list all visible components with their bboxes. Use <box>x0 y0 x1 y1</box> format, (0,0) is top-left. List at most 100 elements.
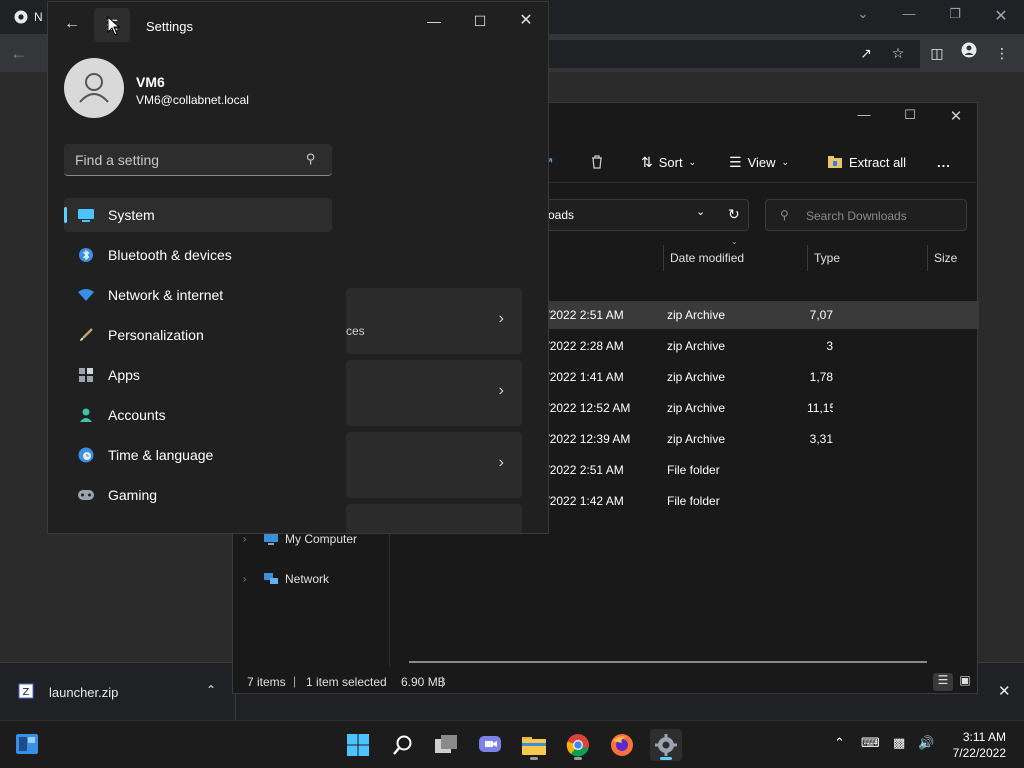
settings-card[interactable]: › <box>346 432 522 498</box>
chrome-tab[interactable]: N <box>14 6 48 28</box>
nav-item-label: Apps <box>108 367 140 383</box>
view-button[interactable]: ☰ View ⌄ <box>729 151 789 173</box>
widgets-button[interactable] <box>14 731 42 759</box>
status-size: 6.90 MB <box>401 675 446 689</box>
bookmark-star-icon[interactable]: ☆ <box>887 42 909 64</box>
download-file-name: launcher.zip <box>49 685 119 700</box>
chrome-taskbar-button[interactable] <box>562 729 594 761</box>
settings-search-input[interactable]: Find a setting ⚲ <box>64 144 332 176</box>
nav-item-personalization[interactable]: Personalization <box>64 318 332 352</box>
download-item[interactable]: Z launcher.zip ⌃ <box>0 663 236 721</box>
column-size[interactable]: Size <box>927 245 979 271</box>
download-shelf-close-button[interactable]: ✕ <box>998 682 1011 700</box>
running-indicator <box>660 757 672 760</box>
settings-taskbar-button[interactable] <box>650 729 682 761</box>
chrome-restore-button[interactable]: ❐ <box>944 6 966 26</box>
side-panel-icon[interactable]: ◫ <box>926 42 948 64</box>
delete-button[interactable] <box>589 151 605 173</box>
chrome-menu-icon[interactable]: ⋮ <box>991 42 1013 64</box>
file-type: zip Archive <box>667 339 726 353</box>
settings-window: ← ☰ Settings — ☐ ✕ VM6 VM6@collabnet.loc… <box>47 1 549 534</box>
chevron-up-icon[interactable]: ⌃ <box>206 683 216 697</box>
taskbar-clock[interactable]: 3:11 AM 7/22/2022 <box>936 729 1006 761</box>
start-button[interactable] <box>342 729 374 761</box>
more-options-button[interactable]: ... <box>937 151 951 173</box>
chrome-minimize-button[interactable]: — <box>898 6 920 26</box>
refresh-icon[interactable]: ↻ <box>728 206 740 223</box>
settings-close-button[interactable]: ✕ <box>506 6 546 36</box>
tiles-view-icon[interactable]: ▣ <box>955 673 975 691</box>
nav-item-accounts[interactable]: Accounts <box>64 398 332 432</box>
extract-all-label: Extract all <box>849 154 907 170</box>
task-view-icon <box>435 735 457 753</box>
file-size: 7,07 <box>809 308 833 322</box>
explorer-close-button[interactable]: ✕ <box>941 107 971 127</box>
task-view-button[interactable] <box>430 729 462 761</box>
network-icon <box>264 573 278 584</box>
search-icon: ⚲ <box>780 208 789 222</box>
explorer-search-box[interactable]: ⚲ Search Downloads <box>765 199 967 231</box>
column-type[interactable]: Type <box>807 245 927 271</box>
user-icon <box>79 73 109 103</box>
wifi-icon <box>78 289 94 301</box>
window-title: Settings <box>146 19 193 34</box>
explorer-maximize-button[interactable]: ☐ <box>895 107 925 127</box>
sort-button[interactable]: ⇅ Sort ⌄ <box>641 151 696 173</box>
search-button[interactable] <box>387 729 419 761</box>
settings-maximize-button[interactable]: ☐ <box>460 6 500 36</box>
horizontal-scrollbar[interactable] <box>409 661 927 663</box>
nav-item-bluetooth-devices[interactable]: Bluetooth & devices <box>64 238 332 272</box>
nav-item-time-language[interactable]: Time & language <box>64 438 332 472</box>
file-explorer-taskbar-button[interactable] <box>518 729 550 761</box>
file-type: zip Archive <box>667 370 726 384</box>
firefox-taskbar-button[interactable] <box>606 729 638 761</box>
folder-icon <box>522 737 546 755</box>
settings-card[interactable]: ces › <box>346 288 522 354</box>
running-indicator <box>574 757 582 760</box>
profile-icon[interactable] <box>958 42 980 64</box>
settings-card[interactable]: › <box>346 360 522 426</box>
column-date-modified[interactable]: Date modified <box>663 245 807 271</box>
nav-item-apps[interactable]: Apps <box>64 358 332 392</box>
chrome-tab-title: N <box>34 10 43 24</box>
chevron-down-icon: ⌄ <box>781 156 790 167</box>
nav-item-network-internet[interactable]: Network & internet <box>64 278 332 312</box>
extract-folder-icon <box>828 156 842 168</box>
chevron-down-icon[interactable]: ⌄ <box>696 205 705 218</box>
avatar[interactable] <box>64 58 124 118</box>
file-size: 3,31 <box>809 432 833 446</box>
chrome-tab-search-button[interactable]: ⌄ <box>852 6 874 26</box>
chrome-icon <box>566 734 589 757</box>
extract-all-button[interactable]: Extract all <box>827 151 906 173</box>
network-monitor-icon[interactable]: ▩ <box>893 735 905 751</box>
nav-network[interactable]: › Network <box>243 568 329 590</box>
keyboard-icon[interactable]: ⌨ <box>861 735 880 751</box>
chevron-right-icon: › <box>498 382 504 399</box>
chat-icon <box>479 736 501 752</box>
nav-item-system[interactable]: System <box>64 198 332 232</box>
volume-icon[interactable]: 🔊 <box>918 735 934 751</box>
details-view-icon[interactable]: ☰ <box>933 673 953 691</box>
file-size: 3 <box>826 339 833 353</box>
explorer-status-bar: 7 items | 1 item selected 6.90 MB | ☰ ▣ <box>233 671 979 693</box>
gear-icon <box>655 734 677 756</box>
nav-item-gaming[interactable]: Gaming <box>64 478 332 512</box>
share-icon[interactable]: ↗ <box>855 42 877 64</box>
nav-icon-wrapper <box>64 288 108 302</box>
chevron-up-icon[interactable]: ⌃ <box>834 735 845 751</box>
back-button[interactable]: ← <box>60 12 84 36</box>
file-type: File folder <box>667 494 720 508</box>
nav-icon-wrapper <box>64 327 108 343</box>
settings-minimize-button[interactable]: — <box>414 6 454 36</box>
chrome-back-button[interactable]: ← <box>10 42 32 64</box>
settings-card[interactable] <box>346 504 522 533</box>
teams-chat-button[interactable] <box>474 729 506 761</box>
time-language-icon <box>78 447 94 463</box>
computer-icon <box>264 533 278 545</box>
chrome-close-button[interactable]: ✕ <box>990 6 1012 26</box>
nav-item-label: Personalization <box>108 327 204 343</box>
view-icon: ☰ <box>729 153 742 170</box>
explorer-minimize-button[interactable]: — <box>849 107 879 127</box>
view-label: View <box>747 154 776 170</box>
active-indicator <box>64 207 67 223</box>
